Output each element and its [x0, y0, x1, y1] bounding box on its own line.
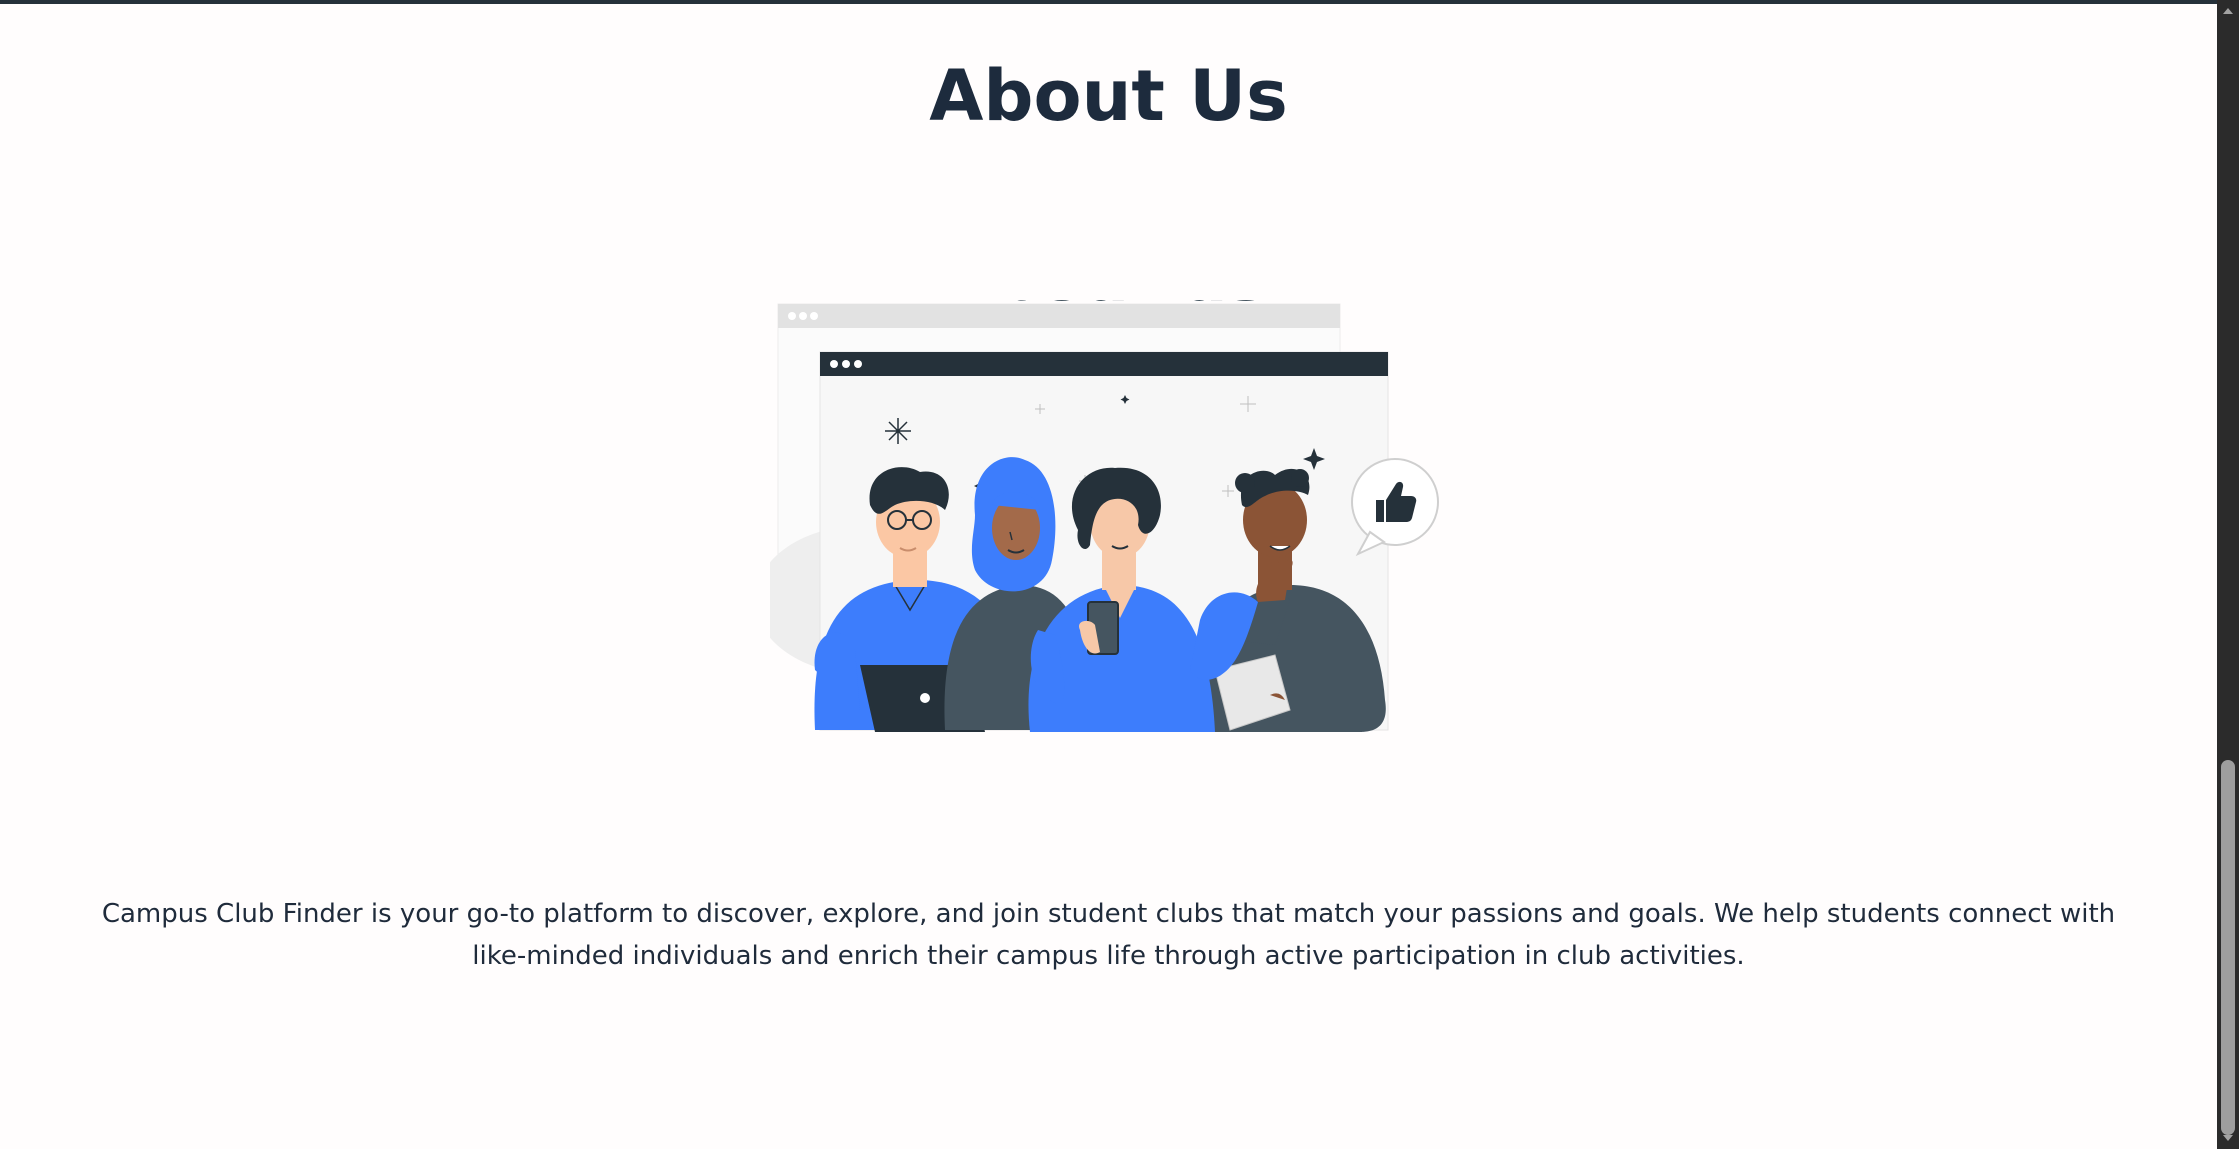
about-description: Campus Club Finder is your go-to platfor… [101, 899, 2116, 971]
page-title: About Us [929, 55, 1288, 137]
scroll-down-arrow-icon[interactable] [2220, 1130, 2236, 1146]
illustration-banner-text: About us [944, 300, 1265, 316]
about-us-illustration: About us [770, 300, 1439, 732]
vertical-scrollbar[interactable] [2217, 0, 2239, 1149]
about-page: About Us Campus Club Finder is your go-t… [0, 0, 2217, 1149]
scrollbar-thumb[interactable] [2221, 760, 2235, 1135]
scroll-up-arrow-icon[interactable] [2220, 3, 2236, 19]
thumbs-up-icon [1351, 458, 1439, 557]
